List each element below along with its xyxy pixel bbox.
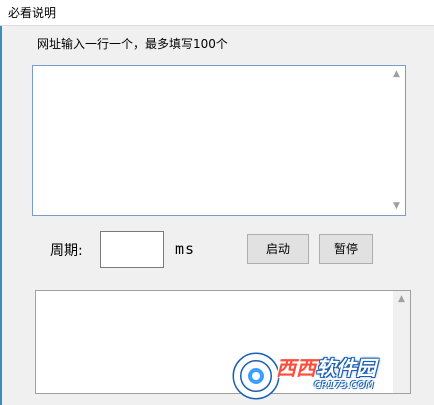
watermark-brand: 西西软件园 xyxy=(276,356,376,380)
period-unit-label: ms xyxy=(175,240,196,258)
pause-button[interactable]: 暂停 xyxy=(319,234,373,264)
scroll-up-icon[interactable]: ▲ xyxy=(388,66,405,83)
menu-item-must-read[interactable]: 必看说明 xyxy=(8,5,56,21)
menu-strip: 必看说明 xyxy=(0,0,434,26)
watermark-brand-highlight: 西西 xyxy=(276,356,316,380)
scroll-up-icon[interactable]: ▲ xyxy=(393,291,410,308)
period-input[interactable] xyxy=(100,231,164,268)
url-instruction-label: 网址输入一行一个，最多填写100个 xyxy=(37,37,228,51)
period-label: 周期: xyxy=(50,243,83,259)
start-button[interactable]: 启动 xyxy=(247,234,309,264)
cr173-logo-icon xyxy=(232,352,280,400)
url-input-textarea[interactable]: ▲ ▼ xyxy=(32,65,406,216)
watermark-site: CR173.COM xyxy=(314,380,374,391)
watermark: 西西软件园 CR173.COM xyxy=(232,352,414,400)
window-left-border xyxy=(0,26,2,405)
scroll-down-icon[interactable]: ▼ xyxy=(388,198,405,215)
url-input-scrollbar[interactable]: ▲ ▼ xyxy=(388,66,405,215)
watermark-brand-rest: 软件园 xyxy=(316,356,376,380)
